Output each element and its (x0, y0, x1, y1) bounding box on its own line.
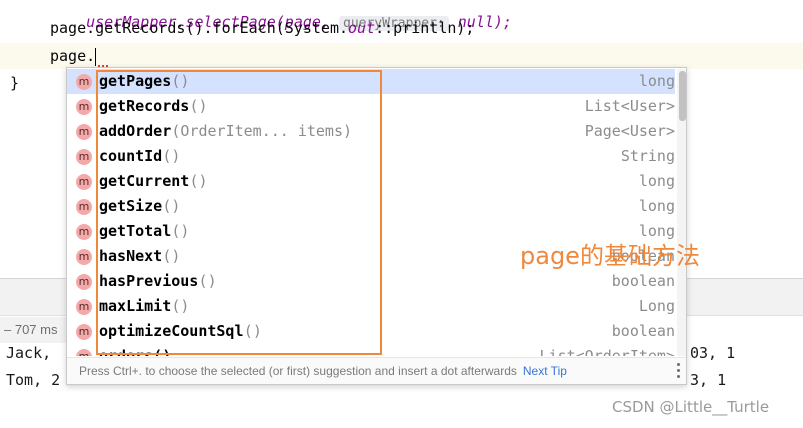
method-icon: m (76, 99, 92, 115)
text-caret (95, 47, 97, 66)
completion-item-type: Long (638, 297, 675, 315)
annotation-highlight-box (96, 70, 382, 355)
completion-item-type: List<User> (584, 97, 675, 115)
code-line-2-prefix: page.getRecords().forEach(System. (50, 19, 349, 37)
current-line-highlight (0, 43, 803, 69)
scrollbar-thumb[interactable] (679, 71, 686, 121)
method-icon: m (76, 224, 92, 240)
code-line-4[interactable]: } (10, 73, 19, 93)
method-icon: m (76, 299, 92, 315)
code-line-2-suffix: ::println); (375, 19, 475, 37)
console-line-1-right: 03, 1 (690, 344, 736, 362)
console-line-2-right: 3, 1 (690, 371, 727, 389)
method-icon: m (76, 74, 92, 90)
more-options-icon[interactable] (677, 363, 681, 379)
completion-item-type: boolean (611, 272, 675, 290)
method-icon: m (76, 149, 92, 165)
completion-item-type: boolean (611, 322, 675, 340)
closing-brace: } (10, 74, 20, 92)
method-icon: m (76, 124, 92, 140)
next-tip-link[interactable]: Next Tip (523, 364, 567, 378)
method-icon: m (76, 324, 92, 340)
code-line-3[interactable]: page. (50, 46, 97, 66)
code-line-3-text: page. (50, 47, 96, 65)
completion-item-type: Page<User> (584, 122, 675, 140)
completion-item-type: List<OrderItem> (539, 347, 675, 356)
console-line-2-left: Tom, 2 (6, 371, 61, 389)
code-line-2[interactable]: page.getRecords().forEach(System.out::pr… (50, 18, 474, 38)
completion-item-type: long (638, 197, 675, 215)
annotation-label: page的基础方法 (520, 242, 700, 270)
completion-item-type: String (620, 147, 675, 165)
method-icon: m (76, 199, 92, 215)
method-icon: m (76, 174, 92, 190)
completion-item-type: long (638, 172, 675, 190)
method-icon: m (76, 274, 92, 290)
console-line-1-left: Jack, (6, 344, 52, 362)
code-line-2-out: out (348, 19, 376, 37)
footer-hint-text: Press Ctrl+. to choose the selected (or … (79, 364, 517, 378)
code-line-1[interactable]: userMapper.selectPage(page, queryWrapper… (50, 0, 512, 31)
completion-item-type: long (638, 72, 675, 90)
method-icon: m (76, 249, 92, 265)
execution-time: – 707 ms (0, 317, 66, 343)
completion-footer: Press Ctrl+. to choose the selected (or … (67, 357, 686, 384)
completion-scrollbar[interactable] (677, 69, 686, 356)
watermark: CSDN @Little__Turtle (612, 398, 770, 416)
method-icon: m (76, 349, 92, 356)
